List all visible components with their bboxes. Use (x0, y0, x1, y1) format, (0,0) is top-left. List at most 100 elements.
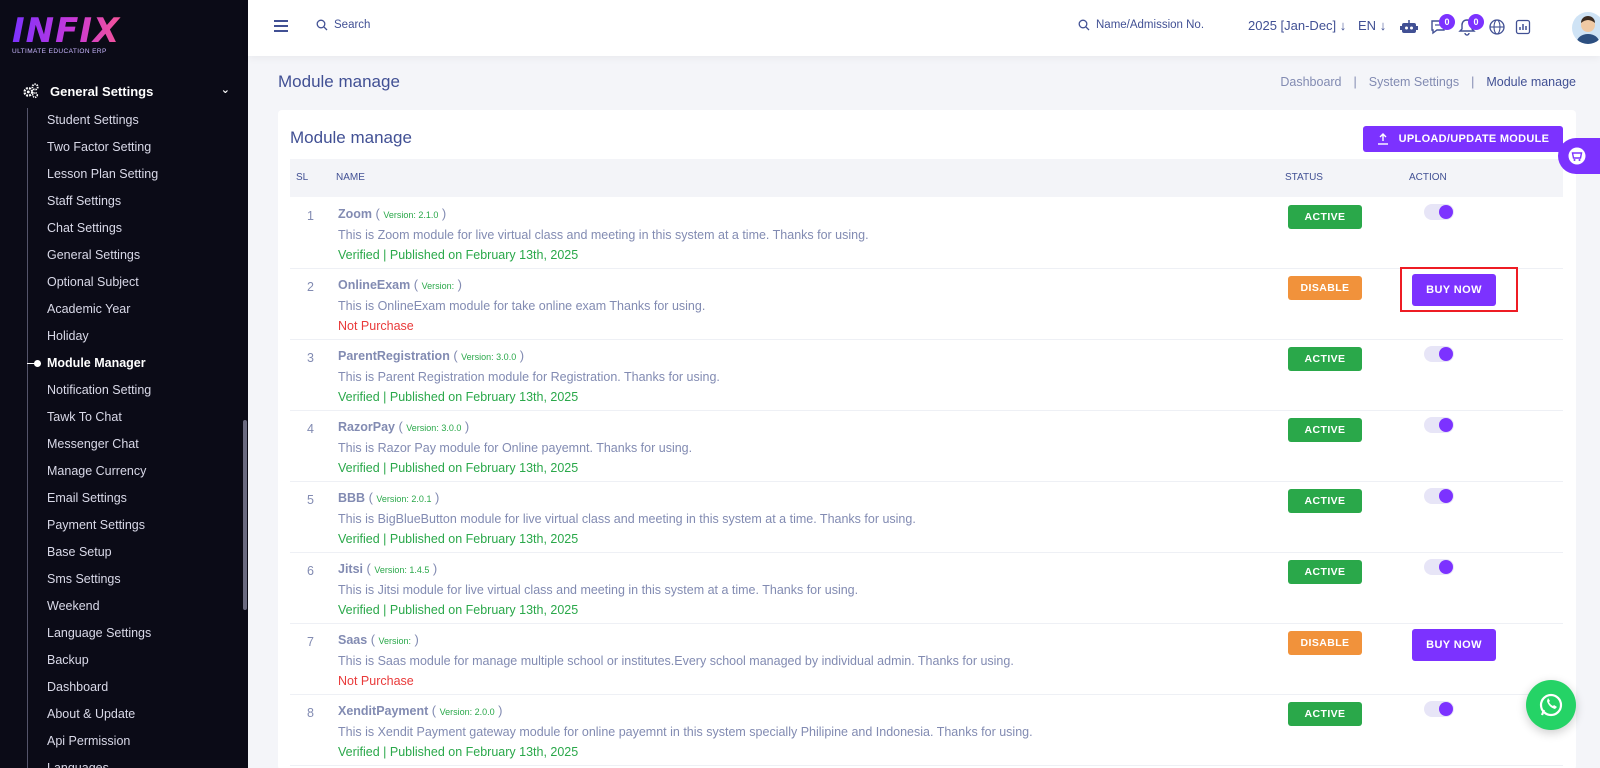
module-meta: Verified | Published on February 13th, 2… (338, 532, 579, 546)
sidebar-item-two-factor-setting[interactable]: Two Factor Setting (47, 136, 158, 163)
module-name: ParentRegistration (338, 349, 450, 363)
sidebar-scrollbar[interactable] (243, 420, 247, 610)
row-sl: 2 (307, 280, 314, 294)
module-name-line: Saas ( Version: ) (338, 632, 419, 647)
name-search-placeholder: Name/Admission No. (1096, 19, 1205, 31)
module-version: Version: 2.1.0 (383, 210, 439, 220)
academic-year-select[interactable]: 2025 [Jan-Dec] ↓ (1248, 18, 1346, 33)
breadcrumb: Dashboard | System Settings | Module manage (1280, 75, 1576, 89)
module-toggle[interactable] (1424, 701, 1454, 717)
module-name: Zoom (338, 207, 373, 221)
module-name-line: Jitsi ( Version: 1.4.5 ) (338, 561, 438, 576)
search-input[interactable]: Search (316, 19, 370, 31)
module-version: Version: (421, 281, 455, 291)
sidebar-item-general-settings[interactable]: General Settings (47, 244, 158, 271)
cart-icon (1568, 147, 1586, 165)
sidebar-item-tawk-to-chat[interactable]: Tawk To Chat (47, 406, 158, 433)
buy-now-button[interactable]: BUY NOW (1412, 629, 1496, 661)
status-badge: ACTIVE (1288, 560, 1362, 584)
module-meta: Verified | Published on February 13th, 2… (338, 390, 579, 404)
whatsapp-button[interactable] (1526, 680, 1576, 730)
sidebar-item-sms-settings[interactable]: Sms Settings (47, 568, 158, 595)
sidebar-item-messenger-chat[interactable]: Messenger Chat (47, 433, 158, 460)
status-badge: ACTIVE (1288, 489, 1362, 513)
module-toggle[interactable] (1424, 417, 1454, 433)
module-description: This is OnlineExam module for take onlin… (338, 299, 706, 313)
module-name: RazorPay (338, 420, 395, 434)
column-header-status: STATUS (1285, 172, 1323, 183)
module-meta: Verified | Published on February 13th, 2… (338, 461, 579, 475)
globe-icon[interactable] (1488, 18, 1506, 36)
sidebar-item-notification-setting[interactable]: Notification Setting (47, 379, 158, 406)
breadcrumb-system-settings[interactable]: System Settings (1369, 75, 1459, 89)
sidebar-item-academic-year[interactable]: Academic Year (47, 298, 158, 325)
sidebar-item-payment-settings[interactable]: Payment Settings (47, 514, 158, 541)
sidebar-item-api-permission[interactable]: Api Permission (47, 730, 158, 757)
sidebar-item-student-settings[interactable]: Student Settings (47, 109, 158, 136)
sidebar: INFIX ULTIMATE EDUCATION ERP General Set… (0, 0, 248, 768)
language-select[interactable]: EN ↓ (1358, 18, 1386, 33)
module-description: This is Parent Registration module for R… (338, 370, 720, 384)
language-value: EN (1358, 18, 1377, 33)
sidebar-item-base-setup[interactable]: Base Setup (47, 541, 158, 568)
sidebar-item-module-manager[interactable]: Module Manager (26, 352, 158, 379)
sidebar-item-manage-currency[interactable]: Manage Currency (47, 460, 158, 487)
sidebar-item-lesson-plan-setting[interactable]: Lesson Plan Setting (47, 163, 158, 190)
avatar[interactable] (1572, 12, 1600, 44)
module-toggle[interactable] (1424, 488, 1454, 504)
upload-icon (1377, 133, 1388, 145)
toggle-knob (1439, 702, 1453, 716)
module-description: This is Razor Pay module for Online paye… (338, 441, 693, 455)
breadcrumb-dashboard[interactable]: Dashboard (1280, 75, 1341, 89)
sidebar-menu: Student Settings Two Factor Setting Less… (26, 109, 158, 768)
report-icon[interactable] (1514, 18, 1532, 36)
sidebar-item-language-settings[interactable]: Language Settings (47, 622, 158, 649)
row-sl: 8 (307, 706, 314, 720)
search-icon (316, 19, 328, 31)
sidebar-item-optional-subject[interactable]: Optional Subject (47, 271, 158, 298)
sidebar-item-weekend[interactable]: Weekend (47, 595, 158, 622)
sidebar-section-general-settings[interactable]: General Settings ⌄ (22, 80, 238, 102)
module-toggle[interactable] (1424, 346, 1454, 362)
toggle-knob (1439, 418, 1453, 432)
name-admission-search-input[interactable]: Name/Admission No. (1078, 19, 1204, 31)
module-meta: Verified | Published on February 13th, 2… (338, 248, 579, 262)
sidebar-section-label: General Settings (50, 83, 154, 99)
chevron-down-icon: ⌄ (220, 84, 230, 96)
sidebar-item-staff-settings[interactable]: Staff Settings (47, 190, 158, 217)
sidebar-item-about-update[interactable]: About & Update (47, 703, 158, 730)
status-badge: ACTIVE (1288, 205, 1362, 229)
logo[interactable]: INFIX ULTIMATE EDUCATION ERP (12, 14, 132, 60)
breadcrumb-current: Module manage (1486, 75, 1576, 89)
robot-icon[interactable] (1400, 18, 1418, 36)
hamburger-menu-icon[interactable] (274, 20, 288, 32)
user-avatar-icon (1576, 16, 1600, 44)
module-description: This is Zoom module for live virtual cla… (338, 228, 869, 242)
module-manage-card: Module manage UPLOAD/UPDATE MODULE SL NA… (278, 110, 1576, 768)
gears-icon (23, 83, 39, 99)
module-version: Version: 2.0.1 (376, 494, 432, 504)
upload-update-module-button[interactable]: UPLOAD/UPDATE MODULE (1363, 126, 1563, 152)
module-meta: Verified | Published on February 13th, 2… (338, 603, 579, 617)
sidebar-item-backup[interactable]: Backup (47, 649, 158, 676)
sidebar-item-languages[interactable]: Languages (47, 757, 158, 768)
sidebar-item-dashboard[interactable]: Dashboard (47, 676, 158, 703)
table-row: 3 ParentRegistration ( Version: 3.0.0 ) … (290, 339, 1563, 411)
sidebar-item-chat-settings[interactable]: Chat Settings (47, 217, 158, 244)
sidebar-item-email-settings[interactable]: Email Settings (47, 487, 158, 514)
floating-side-button[interactable] (1558, 138, 1600, 174)
buy-now-button[interactable]: BUY NOW (1412, 274, 1496, 306)
module-version: Version: (378, 636, 412, 646)
column-header-sl: SL (296, 172, 309, 183)
status-badge: ACTIVE (1288, 418, 1362, 442)
table-row: 4 RazorPay ( Version: 3.0.0 ) This is Ra… (290, 410, 1563, 482)
module-version: Version: 3.0.0 (461, 352, 517, 362)
row-sl: 7 (307, 635, 314, 649)
module-toggle[interactable] (1424, 559, 1454, 575)
toggle-knob (1439, 489, 1453, 503)
table-row: 8 XenditPayment ( Version: 2.0.0 ) This … (290, 694, 1563, 766)
module-toggle[interactable] (1424, 204, 1454, 220)
sidebar-item-holiday[interactable]: Holiday (47, 325, 158, 352)
module-name-line: BBB ( Version: 2.0.1 ) (338, 490, 440, 505)
row-sl: 6 (307, 564, 314, 578)
